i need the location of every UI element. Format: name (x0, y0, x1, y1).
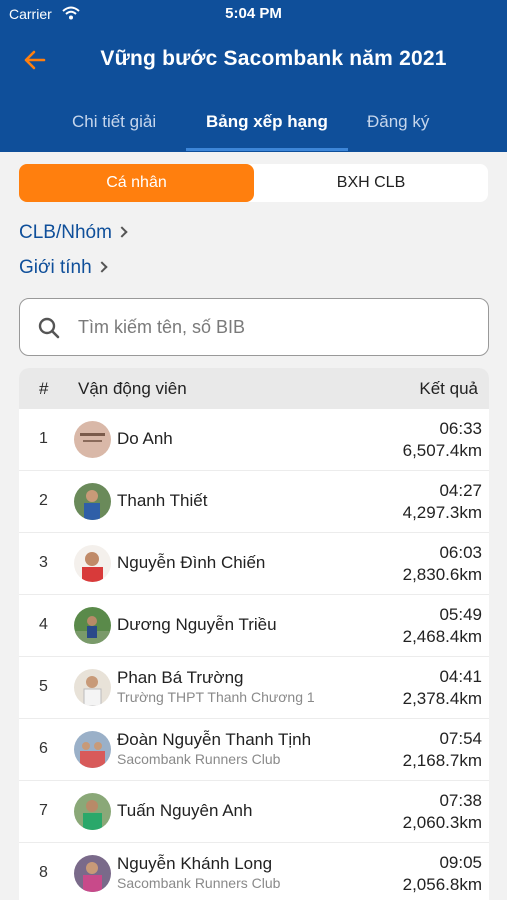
result-time: 07:54 (439, 729, 482, 748)
avatar (74, 669, 111, 706)
chevron-right-icon (116, 226, 128, 238)
athlete-name: Dương Nguyễn Triều (117, 615, 277, 634)
result-distance: 2,830.6km (402, 565, 482, 584)
row-rank: 5 (39, 678, 48, 695)
result-distance: 2,056.8km (402, 875, 482, 894)
row-rank: 1 (39, 430, 48, 447)
active-tab-indicator (186, 148, 348, 151)
column-header-athlete: Vận động viên (78, 379, 187, 398)
tab-bar: Chi tiết giải Bảng xếp hạng Đăng ký (0, 100, 507, 152)
segment-club-ranking[interactable]: BXH CLB (254, 164, 488, 202)
avatar (74, 793, 111, 830)
result-time: 06:33 (439, 419, 482, 438)
athlete-name: Nguyễn Đình Chiến (117, 553, 266, 572)
gender-filter-label: Giới tính (19, 257, 92, 278)
chevron-right-icon (95, 261, 108, 273)
app-header: Carrier 5:04 PM Vững bước Sacombank năm … (0, 0, 507, 152)
athlete-club: Trường THPT Thanh Chương 1 (117, 689, 315, 705)
result-distance: 2,468.4km (402, 627, 482, 646)
avatar (74, 545, 111, 582)
row-rank: 2 (39, 492, 48, 509)
table-row[interactable]: 7 Tuấn Nguyên Anh 07:38 2,060.3km (19, 781, 489, 843)
row-rank: 8 (39, 864, 48, 881)
table-row[interactable]: 5 Phan Bá Trường Trường THPT Thanh Chươn… (19, 657, 489, 719)
row-rank: 6 (39, 740, 48, 757)
result-distance: 6,507.4km (402, 441, 482, 460)
avatar (74, 855, 111, 892)
athlete-club: Sacombank Runners Club (117, 751, 281, 767)
athlete-name: Tuấn Nguyên Anh (117, 801, 253, 820)
row-rank: 3 (39, 554, 48, 571)
result-time: 07:38 (439, 791, 482, 810)
segment-individual[interactable]: Cá nhân (19, 164, 254, 202)
result-time: 04:27 (439, 481, 482, 500)
table-row[interactable]: 3 Nguyễn Đình Chiến 06:03 2,830.6km (19, 533, 489, 595)
athlete-name: Phan Bá Trường (117, 668, 244, 687)
athlete-name: Thanh Thiết (117, 491, 208, 510)
gender-filter[interactable]: Giới tính (19, 257, 108, 279)
club-filter-label: CLB/Nhóm (19, 222, 112, 243)
avatar (74, 607, 111, 644)
athlete-name: Do Anh (117, 429, 173, 448)
athlete-name: Đoàn Nguyễn Thanh Tịnh (117, 730, 312, 749)
column-header-rank: # (39, 379, 49, 398)
status-bar: Carrier 5:04 PM (0, 0, 507, 30)
athlete-name: Nguyễn Khánh Long (117, 854, 273, 873)
table-row[interactable]: 8 Nguyễn Khánh Long Sacombank Runners Cl… (19, 843, 489, 900)
athlete-club: Sacombank Runners Club (117, 875, 281, 891)
row-rank: 4 (39, 616, 48, 633)
table-row[interactable]: 4 Dương Nguyễn Triều 05:49 2,468.4km (19, 595, 489, 657)
club-filter[interactable]: CLB/Nhóm (19, 222, 128, 244)
search-icon (38, 317, 60, 339)
result-distance: 2,378.4km (402, 689, 482, 708)
nav-bar: Vững bước Sacombank năm 2021 (0, 40, 507, 80)
avatar (74, 421, 111, 458)
back-arrow-icon[interactable] (22, 48, 48, 72)
table-row[interactable]: 6 Đoàn Nguyễn Thanh Tịnh Sacombank Runne… (19, 719, 489, 781)
result-time: 04:41 (439, 667, 482, 686)
table-row[interactable]: 1 Do Anh 06:33 6,507.4km (19, 409, 489, 471)
search-box (19, 298, 489, 356)
result-distance: 2,168.7km (402, 751, 482, 770)
result-time: 06:03 (439, 543, 482, 562)
status-time: 5:04 PM (225, 5, 282, 22)
column-header-result: Kết quả (419, 379, 478, 398)
result-time: 05:49 (439, 605, 482, 624)
tab-register[interactable]: Đăng ký (367, 112, 429, 132)
tab-leaderboard[interactable]: Bảng xếp hạng (206, 112, 328, 132)
ranking-type-switch: Cá nhân BXH CLB (19, 164, 488, 202)
table-row[interactable]: 2 Thanh Thiết 04:27 4,297.3km (19, 471, 489, 533)
result-distance: 2,060.3km (402, 813, 482, 832)
tab-event-details[interactable]: Chi tiết giải (72, 112, 156, 132)
avatar (74, 731, 111, 768)
result-distance: 4,297.3km (402, 503, 482, 522)
avatar (74, 483, 111, 520)
row-rank: 7 (39, 802, 48, 819)
page-title: Vững bước Sacombank năm 2021 (100, 47, 447, 70)
search-input[interactable] (78, 313, 468, 341)
table-header: # Vận động viên Kết quả (19, 368, 489, 409)
result-time: 09:05 (439, 853, 482, 872)
leaderboard-table: # Vận động viên Kết quả 1 Do Anh 06:33 6… (19, 368, 489, 900)
